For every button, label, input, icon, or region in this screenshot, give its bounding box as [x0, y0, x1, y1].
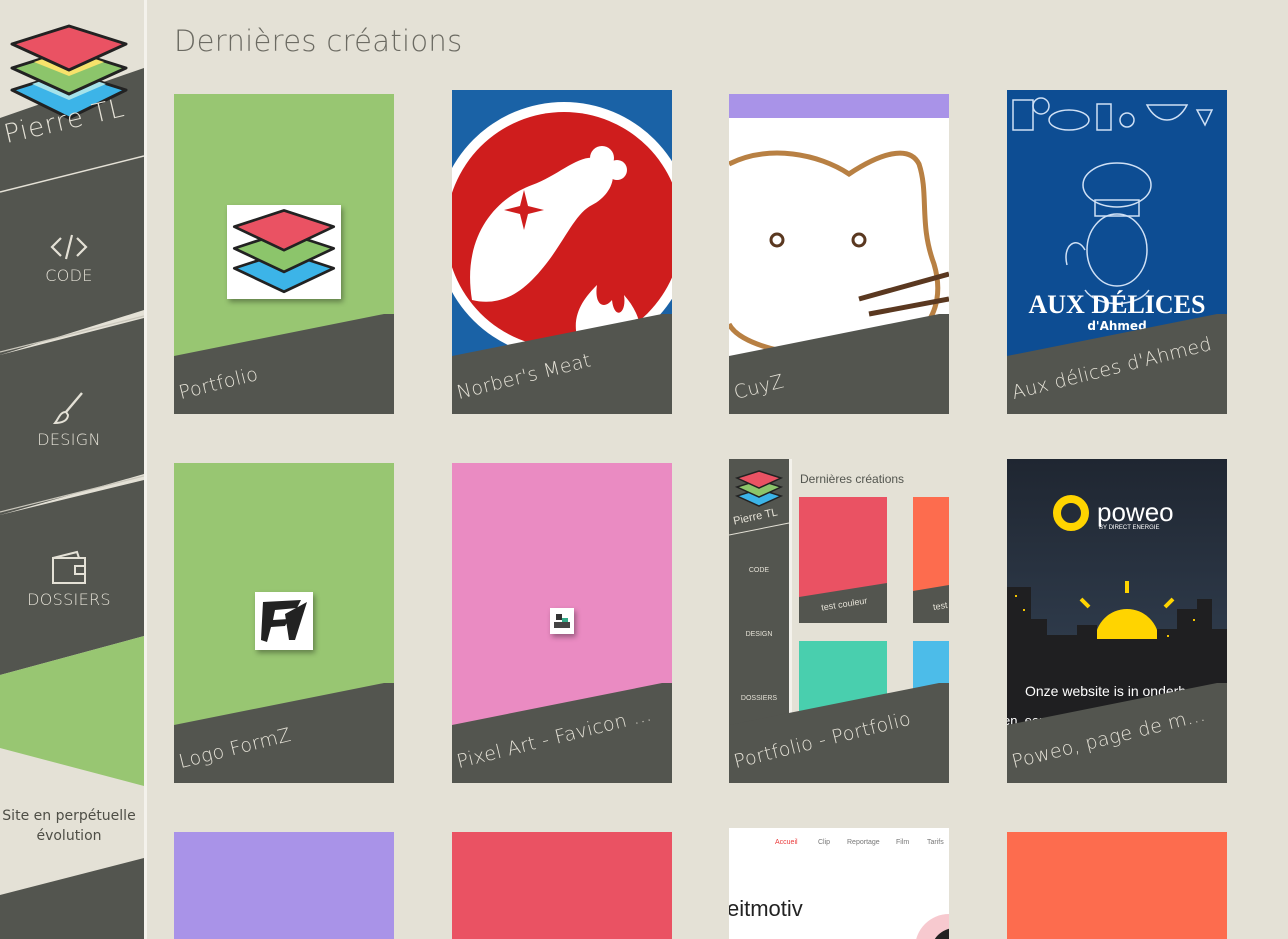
nav-design[interactable]: DESIGN	[0, 390, 138, 449]
nav-dossiers-label: DOSSIERS	[27, 590, 111, 609]
card-aux-delices[interactable]: AUX DÉLICES d'Ahmed Aux délices d'Ahmed	[1007, 90, 1227, 414]
nav-code-label: CODE	[45, 266, 93, 285]
mini-nav-film: Film	[896, 839, 910, 846]
page-title: Dernières créations	[174, 24, 463, 58]
mini-nav-accueil: Accueil	[775, 839, 798, 846]
mini-nav-design: DESIGN	[745, 631, 773, 638]
layers-icon	[232, 209, 336, 294]
sidebar: Pierre TL CODE DESIGN DOSSIERS Site en p…	[0, 0, 147, 939]
card-art	[1007, 832, 1227, 939]
footer-note-line2: évolution	[36, 828, 102, 844]
card-leitmotiv[interactable]: Accueil Clip Reportage Film Tarifs eitmo…	[729, 828, 949, 939]
card-portfolio[interactable]: Portfolio	[174, 94, 394, 414]
card-pixel-art[interactable]: Pixel Art - Favicon ...	[452, 463, 672, 783]
card-poweo[interactable]: poweo BY DIRECT ENERGIE Onze website is …	[1007, 459, 1227, 783]
card-norbers-meat[interactable]: Norber's Meat	[452, 90, 672, 414]
formz-logo-thumbnail	[255, 592, 313, 650]
nav-dossiers[interactable]: DOSSIERS	[0, 550, 138, 609]
poweo-subtitle: BY DIRECT ENERGIE	[1099, 525, 1160, 531]
mini-nav-code: CODE	[748, 567, 770, 574]
footer-note-line1: Site en perpétuelle	[2, 808, 136, 824]
code-icon	[50, 234, 88, 260]
card-red[interactable]	[452, 832, 672, 939]
card-art	[452, 832, 672, 939]
leitmotiv-heading: eitmotiv	[729, 896, 803, 921]
card-cuyz[interactable]: CuyZ	[729, 94, 949, 414]
mini-nav-clip: Clip	[818, 839, 831, 846]
card-logo-formz[interactable]: Logo FormZ	[174, 463, 394, 783]
card-portfolio-portfolio[interactable]: Dernières créations Pierre TL CODE DESIG…	[729, 459, 949, 783]
card-orange[interactable]	[1007, 832, 1227, 939]
nav-design-label: DESIGN	[37, 430, 101, 449]
mini-nav-reportage: Reportage	[847, 839, 880, 846]
formz-logo-icon	[261, 600, 307, 642]
portfolio-logo-thumbnail	[227, 205, 341, 299]
poweo-brand: poweo	[1097, 497, 1174, 527]
mini-title: Dernières créations	[800, 472, 905, 486]
pixel-art-thumbnail	[550, 608, 574, 634]
nav-code[interactable]: CODE	[0, 232, 138, 285]
pixel-art-icon	[554, 614, 570, 628]
card-art	[174, 832, 394, 939]
mini-nav-tarifs: Tarifs	[927, 839, 944, 846]
footer-note: Site en perpétuelle évolution	[0, 806, 138, 846]
wallet-icon	[52, 550, 86, 584]
card-purple[interactable]	[174, 832, 394, 939]
brush-icon	[52, 392, 83, 425]
leitmotiv-decoration	[916, 914, 949, 939]
